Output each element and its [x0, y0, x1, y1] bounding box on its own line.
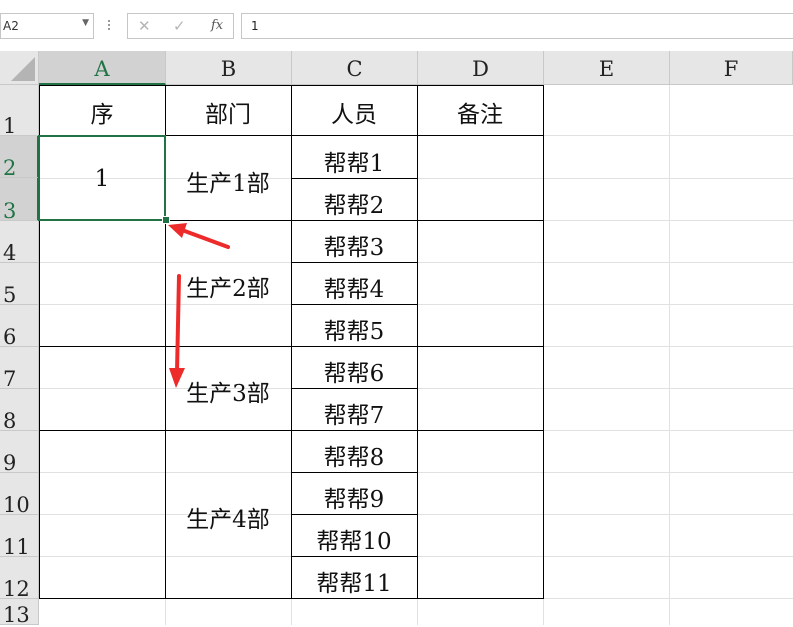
cell-c11[interactable]: 帮帮10 — [291, 522, 417, 556]
cell-c6[interactable]: 帮帮5 — [291, 312, 417, 346]
row-header-6[interactable]: 6 — [0, 305, 39, 349]
cell-b2-merged[interactable]: 生产1部 — [165, 164, 291, 198]
formula-buttons: ✕ ✓ fx — [127, 13, 234, 39]
cell-c7[interactable]: 帮帮6 — [291, 354, 417, 388]
more-options-icon[interactable] — [106, 18, 112, 34]
cell-c5[interactable]: 帮帮4 — [291, 270, 417, 304]
cell-c9[interactable]: 帮帮8 — [291, 438, 417, 472]
name-box-value: A2 — [3, 19, 19, 33]
row-header-12[interactable]: 12 — [0, 557, 39, 601]
row-header-8[interactable]: 8 — [0, 389, 39, 433]
row-header-13[interactable]: 13 — [0, 599, 39, 627]
row-header-10[interactable]: 10 — [0, 473, 39, 517]
formula-value: 1 — [251, 19, 259, 33]
column-header-b[interactable]: B — [166, 51, 292, 85]
row-header-4[interactable]: 4 — [0, 221, 39, 265]
cell-c3[interactable]: 帮帮2 — [291, 186, 417, 220]
cell-b9-merged[interactable]: 生产4部 — [165, 500, 291, 534]
cell-c2[interactable]: 帮帮1 — [291, 144, 417, 178]
name-box[interactable]: A2 ▼ — [0, 13, 94, 39]
cancel-icon[interactable]: ✕ — [138, 17, 151, 35]
row-header-11[interactable]: 11 — [0, 515, 39, 559]
cell-b7-merged[interactable]: 生产3部 — [165, 374, 291, 408]
formula-bar: A2 ▼ ✕ ✓ fx 1 — [0, 0, 793, 50]
enter-icon[interactable]: ✓ — [173, 17, 186, 35]
cell-c12[interactable]: 帮帮11 — [291, 564, 417, 598]
fill-handle[interactable] — [162, 216, 170, 224]
cell-c10[interactable]: 帮帮9 — [291, 480, 417, 514]
column-header-d[interactable]: D — [418, 51, 544, 85]
formula-input[interactable]: 1 — [241, 13, 793, 39]
cell-d1[interactable]: 备注 — [417, 95, 543, 129]
row-header-7[interactable]: 7 — [0, 347, 39, 391]
insert-function-icon[interactable]: fx — [211, 18, 223, 33]
cell-c1[interactable]: 人员 — [291, 95, 417, 129]
column-header-f[interactable]: F — [670, 51, 793, 85]
chevron-down-icon[interactable]: ▼ — [82, 18, 89, 28]
row-header-9[interactable]: 9 — [0, 431, 39, 475]
row-header-5[interactable]: 5 — [0, 263, 39, 307]
column-header-c[interactable]: C — [292, 51, 418, 85]
column-header-e[interactable]: E — [544, 51, 670, 85]
select-all-corner[interactable] — [0, 51, 39, 85]
row-header-2[interactable]: 2 — [0, 136, 39, 180]
cell-b1[interactable]: 部门 — [165, 95, 291, 129]
cell-a1[interactable]: 序 — [39, 95, 165, 129]
cell-b4-merged[interactable]: 生产2部 — [165, 269, 291, 303]
row-header-3[interactable]: 3 — [0, 178, 39, 223]
row-header-1[interactable]: 1 — [0, 85, 39, 138]
cell-c4[interactable]: 帮帮3 — [291, 228, 417, 262]
column-header-a[interactable]: A — [39, 51, 166, 85]
cell-c8[interactable]: 帮帮7 — [291, 396, 417, 430]
active-cell-selection[interactable] — [38, 135, 166, 221]
